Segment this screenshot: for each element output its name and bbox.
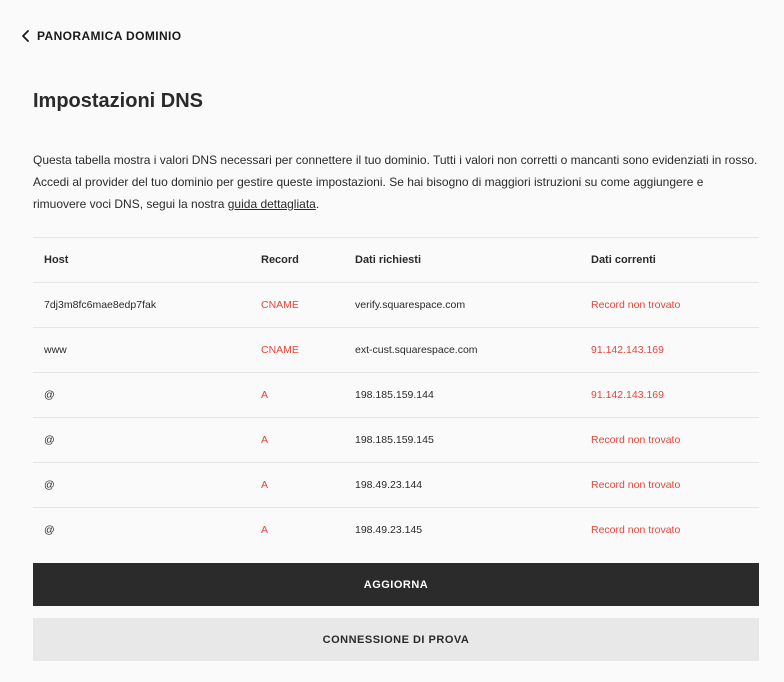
table-row: @ A 198.185.159.145 Record non trovato bbox=[33, 417, 759, 463]
detailed-guide-link[interactable]: guida dettagliata bbox=[228, 197, 316, 211]
back-link-label: PANORAMICA DOMINIO bbox=[37, 29, 182, 43]
cell-host: @ bbox=[33, 462, 250, 508]
column-header-required-data: Dati richiesti bbox=[344, 237, 580, 283]
cell-record: A bbox=[250, 462, 344, 508]
cell-record: CNAME bbox=[250, 282, 344, 328]
cell-record: A bbox=[250, 417, 344, 463]
cell-current-data: Record non trovato bbox=[580, 462, 759, 508]
cell-required-data: 198.185.159.144 bbox=[344, 372, 580, 418]
column-header-current-data: Dati correnti bbox=[580, 237, 759, 283]
description-end: . bbox=[315, 197, 320, 211]
table-header-row: Host Record Dati richiesti Dati correnti bbox=[33, 237, 759, 283]
cell-record: A bbox=[250, 507, 344, 553]
cell-required-data: 198.49.23.145 bbox=[344, 507, 580, 553]
cell-current-data: Record non trovato bbox=[580, 417, 759, 463]
cell-host: @ bbox=[33, 417, 250, 463]
cell-required-data: ext-cust.squarespace.com bbox=[344, 327, 580, 373]
table-row: @ A 198.49.23.145 Record non trovato bbox=[33, 507, 759, 553]
back-to-domain-overview-link[interactable]: PANORAMICA DOMINIO bbox=[20, 29, 182, 43]
test-connection-button[interactable]: CONNESSIONE DI PROVA bbox=[33, 618, 759, 661]
dns-settings-page: PANORAMICA DOMINIO Impostazioni DNS Ques… bbox=[0, 0, 784, 682]
refresh-button[interactable]: AGGIORNA bbox=[33, 563, 759, 606]
table-row: 7dj3m8fc6mae8edp7fak CNAME verify.square… bbox=[33, 282, 759, 328]
cell-current-data: Record non trovato bbox=[580, 507, 759, 553]
cell-host: @ bbox=[33, 507, 250, 553]
column-header-host: Host bbox=[33, 237, 250, 283]
chevron-left-icon bbox=[20, 29, 32, 43]
cell-required-data: 198.185.159.145 bbox=[344, 417, 580, 463]
column-header-record: Record bbox=[250, 237, 344, 283]
cell-host: www bbox=[33, 327, 250, 373]
cell-current-data: Record non trovato bbox=[580, 282, 759, 328]
cell-record: A bbox=[250, 372, 344, 418]
table-row: @ A 198.49.23.144 Record non trovato bbox=[33, 462, 759, 508]
page-title: Impostazioni DNS bbox=[33, 90, 204, 112]
cell-required-data: verify.squarespace.com bbox=[344, 282, 580, 328]
description-text: Questa tabella mostra i valori DNS neces… bbox=[33, 153, 758, 211]
cell-required-data: 198.49.23.144 bbox=[344, 462, 580, 508]
dns-records-table: Host Record Dati richiesti Dati correnti… bbox=[33, 237, 759, 553]
table-row: @ A 198.185.159.144 91.142.143.169 bbox=[33, 372, 759, 418]
cell-record: CNAME bbox=[250, 327, 344, 373]
page-description: Questa tabella mostra i valori DNS neces… bbox=[33, 149, 759, 215]
cell-current-data: 91.142.143.169 bbox=[580, 327, 759, 373]
cell-current-data: 91.142.143.169 bbox=[580, 372, 759, 418]
cell-host: 7dj3m8fc6mae8edp7fak bbox=[33, 282, 250, 328]
table-row: www CNAME ext-cust.squarespace.com 91.14… bbox=[33, 327, 759, 373]
cell-host: @ bbox=[33, 372, 250, 418]
